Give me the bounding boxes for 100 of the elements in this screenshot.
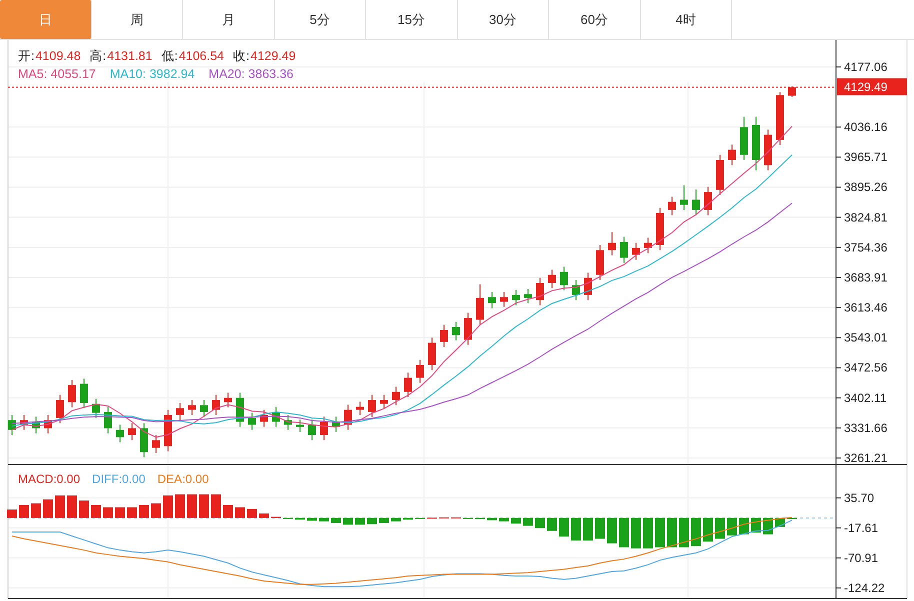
axis-label: 3331.66 (836, 420, 888, 435)
candle (536, 277, 544, 306)
histogram-bar (319, 518, 329, 522)
candle (440, 324, 448, 348)
candle (572, 280, 580, 301)
candle (308, 419, 316, 441)
candle (8, 414, 16, 436)
candle (488, 291, 496, 309)
indicator-value: DIFF:0.00 (92, 472, 146, 486)
histogram-bar (703, 518, 713, 542)
histogram-bar (355, 518, 365, 525)
histogram-bar (331, 518, 341, 524)
candle (248, 412, 256, 430)
candle (176, 402, 184, 421)
y-tick-label: 3402.11 (844, 390, 887, 405)
quote-label: 低: (161, 48, 178, 65)
candle (224, 392, 232, 408)
y-tick-label: 3261.21 (844, 451, 888, 466)
y-tick-label: 3472.56 (844, 360, 888, 375)
histogram-bar (199, 494, 209, 518)
histogram-bar (715, 518, 725, 539)
candle (500, 291, 508, 308)
candle (728, 144, 736, 166)
histogram-bar (667, 518, 677, 548)
candle (428, 337, 436, 371)
candle (188, 400, 196, 416)
candle (32, 416, 40, 434)
candle (452, 321, 460, 341)
histogram-bar (607, 518, 617, 544)
candle (416, 359, 424, 384)
histogram-bar (211, 494, 221, 518)
candle (788, 86, 796, 98)
axis-label: -124.22 (836, 580, 885, 595)
histogram-bar (295, 518, 305, 520)
candle (464, 312, 472, 346)
histogram-bar (139, 505, 149, 518)
candle (632, 242, 640, 260)
histogram-bar (643, 518, 653, 548)
axis-label: 3543.01 (836, 330, 888, 345)
candle (656, 207, 664, 251)
axis-label: 3472.56 (836, 360, 888, 375)
candle (776, 92, 784, 146)
candle (644, 237, 652, 254)
y-tick-label: -17.61 (844, 520, 878, 535)
candle (476, 284, 484, 326)
histogram-bar (175, 494, 185, 518)
moving-average-value: MA5: 4055.17 (18, 66, 96, 83)
indicator-value: DEA:0.00 (157, 472, 209, 486)
y-tick-label: 3824.81 (844, 210, 888, 224)
histogram-bar (31, 503, 41, 518)
candle (392, 386, 400, 406)
axis-label: 35.70 (836, 490, 874, 505)
axis-label: 4177.06 (836, 60, 888, 74)
candle (92, 398, 100, 418)
histogram-bar (631, 518, 641, 548)
candle (764, 129, 772, 171)
candle (380, 394, 388, 410)
axis-label: 3754.36 (836, 240, 888, 254)
histogram-bar (67, 495, 77, 518)
histogram-bar (523, 518, 533, 526)
candle (236, 392, 244, 428)
histogram-bar (247, 508, 257, 518)
quote-value: 4106.54 (178, 48, 224, 65)
histogram-bar (43, 499, 53, 518)
histogram-bar (619, 518, 629, 548)
histogram-bar (595, 518, 605, 539)
histogram-bar (235, 507, 245, 518)
histogram-bar (307, 518, 317, 521)
histogram-bar (547, 518, 557, 531)
y-tick-label: -124.22 (844, 580, 886, 595)
candle (404, 372, 412, 398)
axis-label: 3895.26 (836, 180, 888, 194)
price-tag: 4129.49 (837, 78, 907, 96)
candle (560, 266, 568, 291)
candle (284, 414, 292, 430)
histogram-bar (55, 495, 65, 518)
indicator-value: MACD:0.00 (18, 472, 80, 486)
moving-average-value: MA20: 3863.36 (208, 66, 294, 83)
candle (524, 288, 532, 304)
candle (296, 419, 304, 433)
axis-label: 3824.81 (836, 210, 888, 224)
axis-label: -70.91 (836, 550, 878, 565)
candle (668, 196, 676, 216)
candle (164, 409, 172, 452)
candle (356, 401, 364, 416)
histogram-bar (79, 500, 89, 518)
histogram-bar (499, 518, 509, 522)
y-tick-label: 3543.01 (844, 330, 888, 345)
candle (332, 416, 340, 433)
candle (104, 406, 112, 434)
y-tick-label: 3613.46 (844, 300, 888, 315)
candle (680, 184, 688, 210)
histogram-bar (259, 513, 269, 518)
histogram-bar (571, 518, 581, 540)
y-tick-label: 3331.66 (844, 420, 888, 435)
histogram-bar (583, 518, 593, 540)
ref-line-label: 4129.49 (844, 80, 888, 94)
axis-label: 3683.91 (836, 270, 888, 284)
histogram-bar (559, 518, 569, 537)
histogram-bar (7, 510, 17, 518)
